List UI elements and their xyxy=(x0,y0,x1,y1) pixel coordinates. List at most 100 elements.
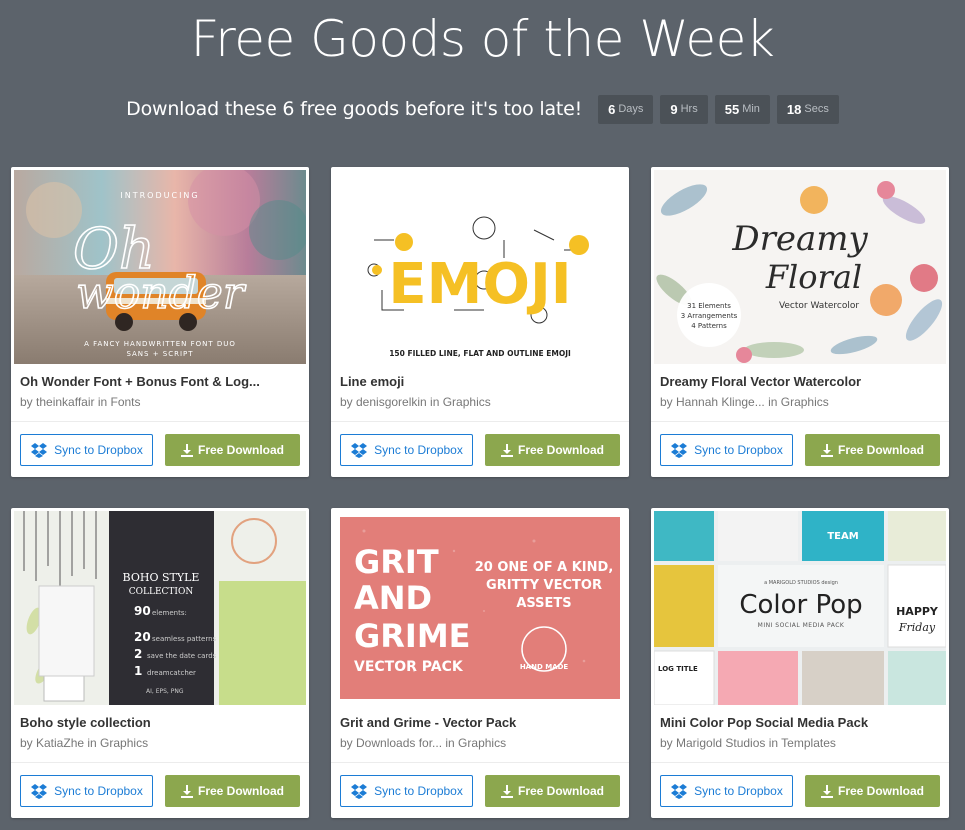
free-download-button[interactable]: Free Download xyxy=(165,434,300,466)
thumb-text: 1 xyxy=(134,664,142,678)
product-card: INTRODUCING Oh wonder A FANCY HANDWRITTE… xyxy=(11,167,309,477)
thumb-text: GRIT xyxy=(354,543,439,581)
thumb-text: INTRODUCING xyxy=(120,191,199,200)
sync-label: Sync to Dropbox xyxy=(374,443,463,457)
product-thumbnail[interactable]: GRIT AND GRIME VECTOR PACK 20 ONE OF A K… xyxy=(334,511,626,705)
download-label: Free Download xyxy=(197,784,284,798)
thumb-text: 20 xyxy=(134,630,151,644)
thumb-text: SANS + SCRIPT xyxy=(126,350,193,358)
thumb-text: 4 Patterns xyxy=(691,322,727,330)
thumb-text: 3 Arrangements xyxy=(681,312,738,320)
product-byline: by Downloads for... in Graphics xyxy=(340,736,507,750)
timer-unit: Secs xyxy=(804,103,829,115)
product-thumbnail[interactable]: INTRODUCING Oh wonder A FANCY HANDWRITTE… xyxy=(14,170,306,364)
product-title[interactable]: Line emoji xyxy=(340,374,620,389)
timer-hours: 9 Hrs xyxy=(660,94,708,124)
timer-seconds: 18 Secs xyxy=(776,94,839,124)
thumb-text: HAPPY xyxy=(896,605,939,618)
product-card: GRIT AND GRIME VECTOR PACK 20 ONE OF A K… xyxy=(331,508,629,818)
product-byline: by theinkaffair in Fonts xyxy=(20,395,141,409)
dropbox-icon xyxy=(31,443,48,458)
download-label: Free Download xyxy=(837,443,924,457)
divider xyxy=(651,762,949,763)
product-card: a MARIGOLD STUDIOS design Color Pop MINI… xyxy=(651,508,949,818)
thumb-text: COLLECTION xyxy=(129,587,194,597)
sync-to-dropbox-button[interactable]: Sync to Dropbox xyxy=(340,434,473,466)
download-label: Free Download xyxy=(517,443,604,457)
product-title[interactable]: Oh Wonder Font + Bonus Font & Log... xyxy=(20,374,300,389)
product-title[interactable]: Mini Color Pop Social Media Pack xyxy=(660,715,940,730)
timer-value: 6 xyxy=(608,101,616,117)
thumb-text: HAND MADE xyxy=(520,663,569,671)
product-thumbnail[interactable]: BOHO STYLE COLLECTION 90 elements: 20 se… xyxy=(14,511,306,705)
sync-label: Sync to Dropbox xyxy=(54,443,143,457)
free-download-button[interactable]: Free Download xyxy=(805,775,940,807)
thumb-text: dreamcatcher xyxy=(147,669,196,677)
page-title: Free Goods of the Week xyxy=(190,10,775,68)
thumb-text: A FANCY HANDWRITTEN FONT DUO xyxy=(84,340,236,348)
download-icon xyxy=(820,784,833,798)
thumb-text: AND xyxy=(354,579,432,617)
sync-to-dropbox-button[interactable]: Sync to Dropbox xyxy=(20,775,153,807)
dropbox-icon xyxy=(671,443,688,458)
download-label: Free Download xyxy=(837,784,924,798)
thumb-text: Friday xyxy=(898,621,936,634)
timer-unit: Hrs xyxy=(680,103,698,115)
dropbox-icon xyxy=(671,784,688,799)
thumb-text: seamless patterns xyxy=(152,635,217,643)
download-label: Free Download xyxy=(517,784,604,798)
thumb-text: 31 Elements xyxy=(687,302,731,310)
timer-value: 18 xyxy=(786,101,802,117)
thumb-text: save the date cards xyxy=(147,652,217,660)
sync-to-dropbox-button[interactable]: Sync to Dropbox xyxy=(340,775,473,807)
thumb-text: 150 FILLED LINE, FLAT AND OUTLINE EMOJI xyxy=(389,349,571,358)
dropbox-icon xyxy=(351,443,368,458)
sync-to-dropbox-button[interactable]: Sync to Dropbox xyxy=(20,434,153,466)
free-download-button[interactable]: Free Download xyxy=(485,775,620,807)
thumb-text: a MARIGOLD STUDIOS design xyxy=(764,580,838,586)
thumb-text: Floral xyxy=(765,258,862,296)
download-icon xyxy=(500,443,513,457)
divider xyxy=(11,421,309,422)
product-byline: by KatiaZhe in Graphics xyxy=(20,736,149,750)
download-label: Free Download xyxy=(197,443,284,457)
thumb-text: MINI SOCIAL MEDIA PACK xyxy=(758,622,845,629)
sync-to-dropbox-button[interactable]: Sync to Dropbox xyxy=(660,775,793,807)
timer-days: 6 Days xyxy=(598,94,654,124)
sync-label: Sync to Dropbox xyxy=(54,784,143,798)
thumb-text: LOG TITLE xyxy=(658,665,698,673)
sync-label: Sync to Dropbox xyxy=(694,784,783,798)
subtitle-row: Download these 6 free goods before it's … xyxy=(0,93,965,125)
free-download-button[interactable]: Free Download xyxy=(485,434,620,466)
sync-label: Sync to Dropbox xyxy=(694,443,783,457)
timer-value: 9 xyxy=(670,101,678,117)
divider xyxy=(331,762,629,763)
thumb-text: EMOJI xyxy=(388,252,571,317)
thumb-text: BOHO STYLE xyxy=(123,571,200,584)
dropbox-icon xyxy=(351,784,368,799)
thumb-text: GRIME xyxy=(354,617,471,655)
product-byline: by denisgorelkin in Graphics xyxy=(340,395,491,409)
divider xyxy=(11,762,309,763)
product-title[interactable]: Grit and Grime - Vector Pack xyxy=(340,715,620,730)
timer-unit: Min xyxy=(742,103,760,115)
free-download-button[interactable]: Free Download xyxy=(165,775,300,807)
countdown-timer: 6 Days 9 Hrs 55 Min 18 Secs xyxy=(598,94,839,124)
thumb-text: wonder xyxy=(76,268,247,319)
timer-unit: Days xyxy=(618,103,644,115)
timer-value: 55 xyxy=(724,101,740,117)
sync-to-dropbox-button[interactable]: Sync to Dropbox xyxy=(660,434,793,466)
product-thumbnail[interactable]: a MARIGOLD STUDIOS design Color Pop MINI… xyxy=(654,511,946,705)
sync-label: Sync to Dropbox xyxy=(374,784,463,798)
free-download-button[interactable]: Free Download xyxy=(805,434,940,466)
product-title[interactable]: Boho style collection xyxy=(20,715,300,730)
product-card: Dreamy Floral Vector Watercolor 31 Eleme… xyxy=(651,167,949,477)
product-thumbnail[interactable]: EMOJI 150 FILLED LINE, FLAT AND OUTLINE … xyxy=(334,170,626,364)
download-icon xyxy=(820,443,833,457)
subtitle: Download these 6 free goods before it's … xyxy=(126,98,583,120)
product-thumbnail[interactable]: Dreamy Floral Vector Watercolor 31 Eleme… xyxy=(654,170,946,364)
download-icon xyxy=(180,443,193,457)
dropbox-icon xyxy=(31,784,48,799)
product-title[interactable]: Dreamy Floral Vector Watercolor xyxy=(660,374,940,389)
timer-minutes: 55 Min xyxy=(714,94,770,124)
